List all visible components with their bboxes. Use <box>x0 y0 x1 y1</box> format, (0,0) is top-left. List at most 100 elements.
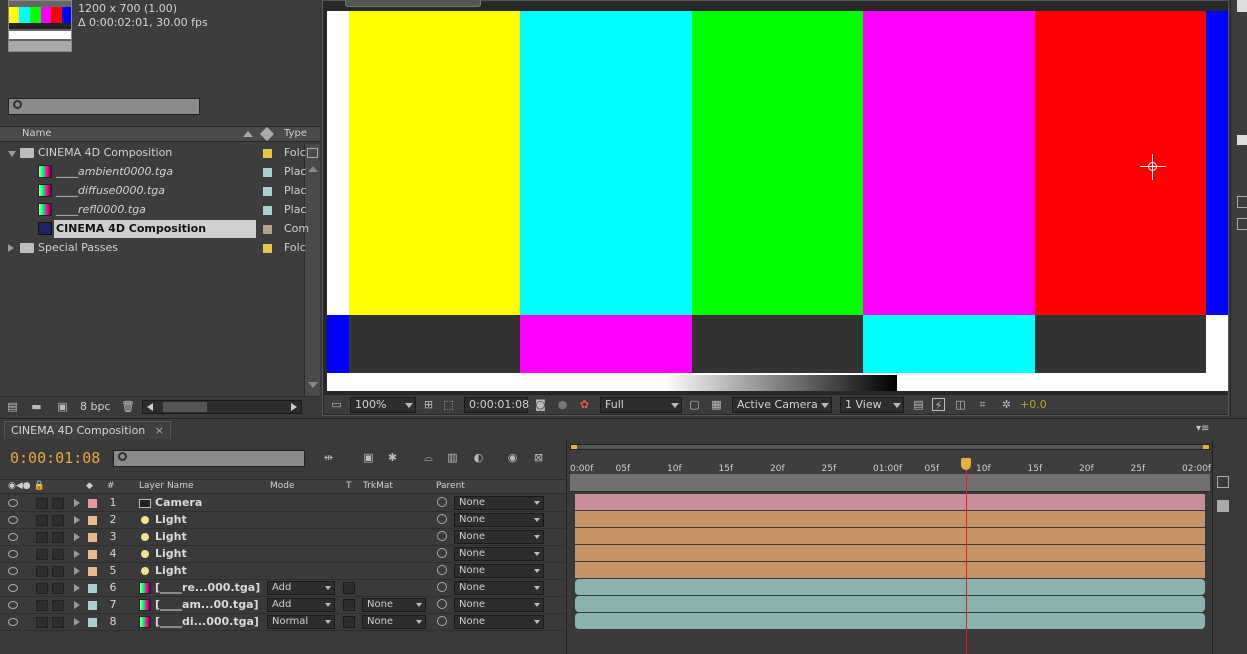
layer-duration-bar[interactable] <box>575 562 1205 578</box>
parent-dropdown[interactable]: None <box>454 598 544 612</box>
comp-button-icon[interactable] <box>1217 476 1229 488</box>
expand-layer-icon[interactable] <box>74 550 80 558</box>
label-color-swatch[interactable] <box>263 225 272 234</box>
layer-label-swatch[interactable] <box>88 516 97 525</box>
column-mode[interactable]: Mode <box>270 481 295 491</box>
layer-name[interactable]: [____di...000.tga] <box>155 615 259 628</box>
parent-dropdown[interactable]: None <box>454 564 544 578</box>
solo-toggle[interactable] <box>52 549 64 560</box>
flowchart-icon[interactable]: ⌗ <box>976 398 989 411</box>
layer-label-swatch[interactable] <box>88 618 97 627</box>
parent-pickwhip-icon[interactable] <box>437 599 447 609</box>
parent-dropdown[interactable]: None <box>454 547 544 561</box>
layer-duration-bar[interactable] <box>575 545 1205 561</box>
preserve-transparency-toggle[interactable] <box>343 616 355 628</box>
label-color-swatch[interactable] <box>263 206 272 215</box>
audio-toggle[interactable] <box>36 532 48 543</box>
solo-toggle[interactable] <box>52 566 64 577</box>
solo-toggle[interactable] <box>52 498 64 509</box>
parent-pickwhip-icon[interactable] <box>437 548 447 558</box>
solo-toggle[interactable] <box>52 532 64 543</box>
layer-duration-bar[interactable] <box>575 528 1205 544</box>
timeline-search-input[interactable] <box>113 450 305 467</box>
graph-editor-icon[interactable]: ⊠ <box>532 451 545 464</box>
label-color-swatch[interactable] <box>263 244 272 253</box>
layer-duration-bar[interactable] <box>575 613 1205 629</box>
layer-label-swatch[interactable] <box>88 601 97 610</box>
layer-label-swatch[interactable] <box>88 584 97 593</box>
region-of-interest-icon[interactable]: ▢ <box>688 398 701 411</box>
visibility-eye-icon[interactable] <box>8 618 18 626</box>
audio-toggle[interactable] <box>36 498 48 509</box>
visibility-eye-icon[interactable] <box>8 601 18 609</box>
layer-name[interactable]: [____am...00.tga] <box>155 598 259 611</box>
solo-toggle[interactable] <box>52 583 64 594</box>
timeline-tab[interactable]: CINEMA 4D Composition × <box>4 421 171 439</box>
project-item[interactable]: Special Passes Folc <box>0 239 306 258</box>
layer-label-swatch[interactable] <box>88 550 97 559</box>
visibility-eye-icon[interactable] <box>8 516 18 524</box>
disclosure-triangle-icon[interactable] <box>8 151 16 157</box>
exposure-value[interactable]: +0.0 <box>1020 398 1047 411</box>
visibility-eye-icon[interactable] <box>8 499 18 507</box>
parent-pickwhip-icon[interactable] <box>437 531 447 541</box>
camera-dropdown[interactable]: Active Camera <box>732 397 832 413</box>
audio-toggle[interactable] <box>36 583 48 594</box>
scroll-down-icon[interactable] <box>308 382 318 388</box>
viewer-tab[interactable] <box>345 0 481 7</box>
layer-name[interactable]: Light <box>155 564 187 577</box>
audio-toggle[interactable] <box>36 600 48 611</box>
blend-mode-dropdown[interactable]: Add <box>267 598 335 612</box>
visibility-eye-icon[interactable] <box>8 567 18 575</box>
label-color-swatch[interactable] <box>263 168 272 177</box>
parent-dropdown[interactable]: None <box>454 615 544 629</box>
expand-layer-icon[interactable] <box>74 618 80 626</box>
label-color-swatch[interactable] <box>263 149 272 158</box>
layer-label-swatch[interactable] <box>88 533 97 542</box>
parent-pickwhip-icon[interactable] <box>437 565 447 575</box>
expand-layer-icon[interactable] <box>74 601 80 609</box>
motion-blur-icon[interactable]: ◐ <box>472 451 485 464</box>
solo-toggle[interactable] <box>52 515 64 526</box>
fast-previews-icon[interactable]: ⚡ <box>932 398 945 412</box>
parent-pickwhip-icon[interactable] <box>437 514 447 524</box>
show-snapshot-icon[interactable]: ● <box>556 398 569 411</box>
mask-visibility-icon[interactable]: ⬚ <box>442 398 455 411</box>
parent-dropdown[interactable]: None <box>454 513 544 527</box>
scroll-left-icon[interactable] <box>147 403 153 411</box>
parent-dropdown[interactable]: None <box>454 496 544 510</box>
current-time-display[interactable]: 0:00:01:08 <box>10 449 100 467</box>
current-time-indicator[interactable] <box>961 458 971 470</box>
layer-row[interactable]: 4 Light None <box>0 546 566 563</box>
expand-layer-icon[interactable] <box>74 516 80 524</box>
viewer-timecode[interactable]: 0:00:01:08 <box>464 397 529 413</box>
parent-pickwhip-icon[interactable] <box>437 616 447 626</box>
light-position-icon[interactable] <box>1140 154 1166 180</box>
zoom-dropdown[interactable]: 100% <box>350 397 416 413</box>
comp-mini-flowchart-icon[interactable]: ⇹ <box>322 451 335 464</box>
toggle-pixel-aspect-icon[interactable]: ▤ <box>912 398 925 411</box>
parent-dropdown[interactable]: None <box>454 581 544 595</box>
layer-name[interactable]: Camera <box>155 496 202 509</box>
layer-duration-bar[interactable] <box>575 511 1205 527</box>
track-matte-dropdown[interactable]: None <box>362 598 426 612</box>
scroll-right-icon[interactable] <box>291 403 297 411</box>
project-item[interactable]: CINEMA 4D Composition Folc <box>0 144 306 163</box>
new-folder-icon[interactable]: ▬ <box>30 400 43 413</box>
live-update-icon[interactable]: ▣ <box>362 451 375 464</box>
layer-row[interactable]: 3 Light None <box>0 529 566 546</box>
scroll-up-icon[interactable] <box>308 166 318 172</box>
label-color-swatch[interactable] <box>263 187 272 196</box>
project-item[interactable]: ____refl0000.tga Plac <box>0 201 306 220</box>
layer-duration-bar[interactable] <box>575 596 1205 612</box>
snapshot-icon[interactable]: ◙ <box>534 398 547 411</box>
solo-toggle[interactable] <box>52 617 64 628</box>
column-name[interactable]: Name <box>22 128 52 139</box>
layer-name[interactable]: [____re...000.tga] <box>155 581 260 594</box>
layer-row[interactable]: 6 [____re...000.tga] Add None <box>0 580 566 597</box>
project-item[interactable]: CINEMA 4D Composition Com <box>0 220 309 239</box>
resolution-dropdown[interactable]: Full <box>600 397 682 413</box>
visibility-eye-icon[interactable] <box>8 533 18 541</box>
column-type[interactable]: Type <box>284 128 307 139</box>
expand-layer-icon[interactable] <box>74 567 80 575</box>
